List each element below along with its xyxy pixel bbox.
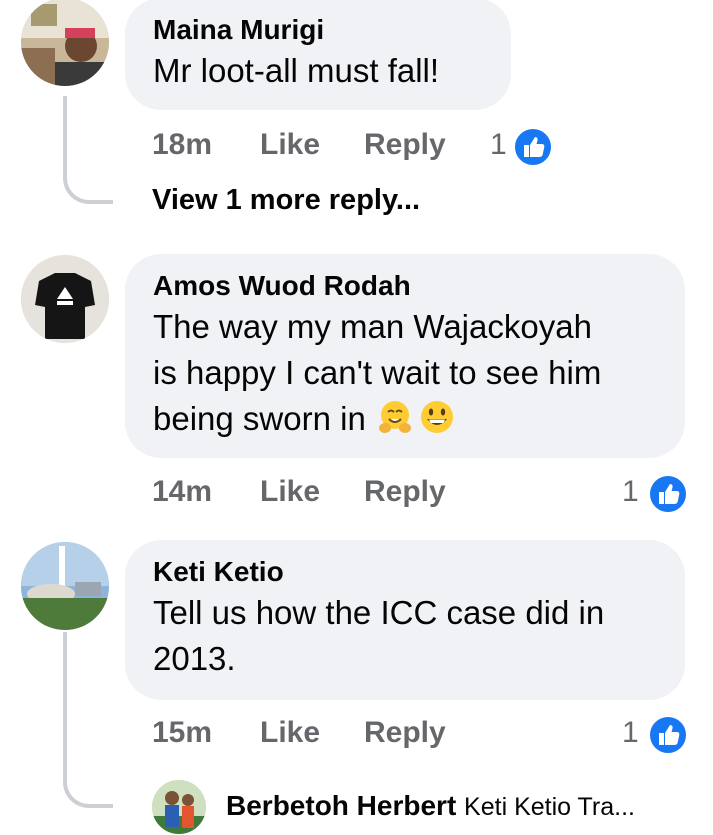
hugging-face-emoji bbox=[378, 401, 411, 433]
comment-actions: 18m Like Reply 1 bbox=[152, 125, 572, 168]
like-button[interactable]: Like bbox=[260, 713, 320, 753]
reply-button[interactable]: Reply bbox=[364, 125, 446, 165]
reaction-count[interactable]: 1 bbox=[622, 713, 639, 753]
comment-time[interactable]: 14m bbox=[152, 472, 212, 512]
thread-line bbox=[63, 96, 113, 204]
user-photo-icon bbox=[152, 780, 206, 834]
comment-author[interactable]: Maina Murigi bbox=[153, 12, 483, 48]
like-reaction-icon[interactable] bbox=[647, 473, 689, 515]
comment-author[interactable]: Amos Wuod Rodah bbox=[153, 268, 657, 304]
like-button[interactable]: Like bbox=[260, 125, 320, 165]
reply-author[interactable]: Berbetoh Herbert bbox=[226, 790, 456, 821]
avatar[interactable] bbox=[21, 542, 109, 630]
reaction-count[interactable]: 1 bbox=[622, 472, 639, 512]
comment-time[interactable]: 15m bbox=[152, 713, 212, 753]
comment-bubble: Amos Wuod Rodah The way my man Wajackoya… bbox=[125, 254, 685, 458]
comment-text-line: being sworn in bbox=[153, 396, 657, 442]
comment-time[interactable]: 18m bbox=[152, 125, 212, 165]
user-photo-icon bbox=[21, 0, 109, 86]
comment-text-line: is happy I can't wait to see him bbox=[153, 354, 602, 391]
reply-button[interactable]: Reply bbox=[364, 713, 446, 753]
user-photo-icon bbox=[21, 255, 109, 343]
reaction-count[interactable]: 1 bbox=[490, 125, 507, 165]
like-reaction-icon[interactable] bbox=[512, 126, 554, 168]
comment-actions: 15m Like Reply 1 bbox=[152, 713, 692, 756]
comment-author[interactable]: Keti Ketio bbox=[153, 554, 657, 590]
comment-bubble: Maina Murigi Mr loot-all must fall! bbox=[125, 0, 511, 110]
reply-button[interactable]: Reply bbox=[364, 472, 446, 512]
thread-line bbox=[63, 632, 113, 808]
like-button[interactable]: Like bbox=[260, 472, 320, 512]
reply-text: Keti Ketio Tra... bbox=[464, 793, 635, 821]
avatar[interactable] bbox=[21, 255, 109, 343]
comment-text-line: Tell us how the ICC case did in bbox=[153, 594, 605, 631]
comment-bubble: Keti Ketio Tell us how the ICC case did … bbox=[125, 540, 685, 700]
grinning-face-emoji bbox=[420, 401, 453, 433]
comment-text-line: 2013. bbox=[153, 640, 236, 677]
comment-actions: 14m Like Reply 1 bbox=[152, 472, 692, 515]
user-photo-icon bbox=[21, 542, 109, 630]
reply-avatar[interactable] bbox=[152, 780, 206, 834]
like-reaction-icon[interactable] bbox=[647, 714, 689, 756]
reply-preview[interactable]: Berbetoh Herbert Keti Ketio Tra... bbox=[226, 790, 635, 822]
comment-text: Mr loot-all must fall! bbox=[153, 52, 440, 89]
view-more-replies-link[interactable]: View 1 more reply... bbox=[152, 184, 420, 217]
avatar[interactable] bbox=[21, 0, 109, 86]
comment-text-line: The way my man Wajackoyah bbox=[153, 308, 592, 345]
comment-text-segment: being sworn in bbox=[153, 400, 366, 437]
